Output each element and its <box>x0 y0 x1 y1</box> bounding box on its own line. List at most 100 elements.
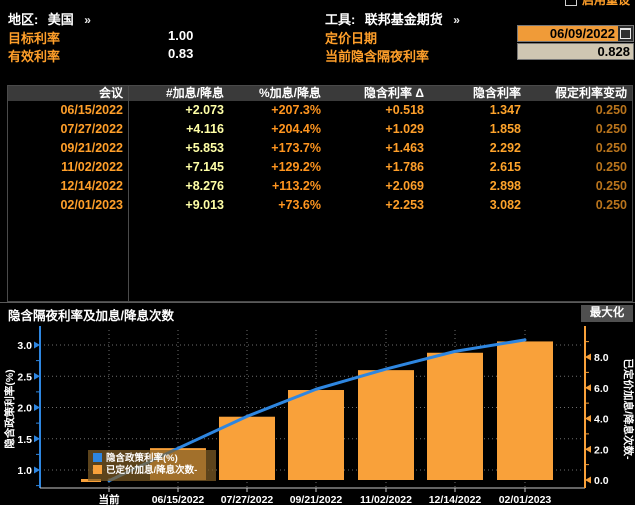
table-header-3: 隐含利率 Δ <box>326 86 429 101</box>
table-header-row: 会议#加息/降息%加息/降息隐含利率 Δ隐含利率假定利率变动 <box>8 86 632 101</box>
pricing-date-label: 定价日期 <box>325 28 377 47</box>
tool-row: 工具: 联邦基金期货 » <box>325 9 460 29</box>
region-row: 地区: 美国 » <box>8 9 91 29</box>
hike-count-bar <box>358 370 414 480</box>
value-cell: +204.4% <box>229 120 326 139</box>
right-tick-label: 4.0 <box>594 414 609 426</box>
value-cell: +2.253 <box>326 196 429 215</box>
tool-label: 工具: <box>325 12 355 27</box>
value-cell: 2.615 <box>429 158 526 177</box>
value-cell: +207.3% <box>229 101 326 120</box>
right-tick-label: 6.0 <box>594 383 609 395</box>
right-tick-label: 8.0 <box>594 352 609 364</box>
assumed-move-cell[interactable]: 0.250 <box>526 120 632 139</box>
assumed-move-cell[interactable]: 0.250 <box>526 196 632 215</box>
implied-on-value: 0.828 <box>517 43 634 60</box>
implied-on-label: 当前隐含隔夜利率 <box>325 46 429 65</box>
section-divider <box>0 302 635 303</box>
left-tick-label: 1.0 <box>17 465 32 477</box>
table-row: 12/14/2022+8.276+113.2%+2.0692.8980.250 <box>8 177 632 196</box>
value-cell: +113.2% <box>229 177 326 196</box>
value-cell: 3.082 <box>429 196 526 215</box>
value-cell: +4.116 <box>128 120 229 139</box>
reset-control-clipped[interactable]: 启用重设 <box>565 0 630 9</box>
value-cell: +1.786 <box>326 158 429 177</box>
meeting-date-cell[interactable]: 12/14/2022 <box>8 177 128 196</box>
value-cell: 1.858 <box>429 120 526 139</box>
meeting-date-cell[interactable]: 07/27/2022 <box>8 120 128 139</box>
x-tick-label: 06/15/2022 <box>152 494 205 505</box>
value-cell: +173.7% <box>229 139 326 158</box>
left-tick-label: 2.5 <box>17 371 32 383</box>
effective-rate-value: 0.83 <box>168 46 193 61</box>
value-cell: +8.276 <box>128 177 229 196</box>
assumed-move-cell[interactable]: 0.250 <box>526 177 632 196</box>
right-axis-title: 已定价加息/降息次数- <box>622 359 635 460</box>
tool-expand-icon[interactable]: » <box>453 13 460 27</box>
table-row: 07/27/2022+4.116+204.4%+1.0291.8580.250 <box>8 120 632 139</box>
meeting-date-cell[interactable]: 09/21/2022 <box>8 139 128 158</box>
region-value[interactable]: 美国 <box>48 12 74 27</box>
x-tick-label: 11/02/2022 <box>360 494 412 505</box>
right-tick-label: 0.0 <box>594 475 609 487</box>
assumed-move-cell[interactable]: 0.250 <box>526 101 632 120</box>
meetings-table: 会议#加息/降息%加息/降息隐含利率 Δ隐含利率假定利率变动 06/15/202… <box>7 85 633 302</box>
hike-count-bar <box>497 341 553 480</box>
value-cell: +9.013 <box>128 196 229 215</box>
table-header-0: 会议 <box>8 86 128 101</box>
region-expand-icon[interactable]: » <box>84 13 91 27</box>
value-cell: +1.029 <box>326 120 429 139</box>
meeting-date-cell[interactable]: 11/02/2022 <box>8 158 128 177</box>
calendar-icon[interactable] <box>618 26 633 41</box>
value-cell: +0.518 <box>326 101 429 120</box>
legend-swatch-line <box>93 453 102 462</box>
value-cell: 2.292 <box>429 139 526 158</box>
rates-chart: 1.0 1.5 2.0 2.5 3.0 0.0 2.0 4.0 6.0 8.0 当前 06/15/20… <box>0 322 635 505</box>
table-row: 06/15/2022+2.073+207.3%+0.5181.3470.250 <box>8 101 632 120</box>
table-header-2: %加息/降息 <box>229 86 326 101</box>
table-row: 11/02/2022+7.145+129.2%+1.7862.6150.250 <box>8 158 632 177</box>
legend-swatch-bar <box>93 465 102 474</box>
meeting-date-cell[interactable]: 02/01/2023 <box>8 196 128 215</box>
value-cell: +5.853 <box>128 139 229 158</box>
table-header-4: 隐含利率 <box>429 86 526 101</box>
assumed-move-cell[interactable]: 0.250 <box>526 158 632 177</box>
region-label: 地区: <box>8 12 38 27</box>
x-tick-label: 09/21/2022 <box>290 494 343 505</box>
value-cell: +7.145 <box>128 158 229 177</box>
value-cell: +2.069 <box>326 177 429 196</box>
reset-checkbox[interactable] <box>565 0 577 6</box>
x-tick-label: 当前 <box>99 493 120 505</box>
effective-rate-label: 有效利率 <box>8 46 60 65</box>
x-tick-label: 07/27/2022 <box>221 494 274 505</box>
maximize-button[interactable]: 最大化 <box>581 305 633 322</box>
right-tick-label: 2.0 <box>594 444 609 456</box>
legend-label-bar: 已定价加息/降息次数- <box>106 464 197 476</box>
left-tick-label: 1.5 <box>17 434 32 446</box>
legend-label-line: 隐含政策利率(%) <box>106 452 178 464</box>
pricing-date-input[interactable]: 06/09/2022 <box>517 25 634 42</box>
value-cell: +129.2% <box>229 158 326 177</box>
left-tick-label: 3.0 <box>17 340 32 352</box>
tool-value[interactable]: 联邦基金期货 <box>365 12 443 27</box>
hike-count-bar <box>427 353 483 480</box>
value-cell: +2.073 <box>128 101 229 120</box>
table-row: 02/01/2023+9.013+73.6%+2.2533.0820.250 <box>8 196 632 215</box>
x-tick-label: 12/14/2022 <box>429 494 482 505</box>
target-rate-label: 目标利率 <box>8 28 60 47</box>
target-rate-value: 1.00 <box>168 28 193 43</box>
hike-count-bar <box>288 390 344 480</box>
meeting-date-cell[interactable]: 06/15/2022 <box>8 101 128 120</box>
table-header-5: 假定利率变动 <box>526 86 632 101</box>
wirp-screen: { "colors": { "accent_orange": "#ff9f2a"… <box>0 0 635 505</box>
x-tick-label: 02/01/2023 <box>499 494 552 505</box>
value-cell: +73.6% <box>229 196 326 215</box>
pricing-date-value[interactable]: 06/09/2022 <box>518 26 618 41</box>
value-cell: +1.463 <box>326 139 429 158</box>
reset-label: 启用重设 <box>582 0 630 8</box>
assumed-move-cell[interactable]: 0.250 <box>526 139 632 158</box>
left-tick-label: 2.0 <box>17 403 32 415</box>
table-column-divider <box>128 85 129 302</box>
value-cell: 1.347 <box>429 101 526 120</box>
table-header-1: #加息/降息 <box>128 86 229 101</box>
